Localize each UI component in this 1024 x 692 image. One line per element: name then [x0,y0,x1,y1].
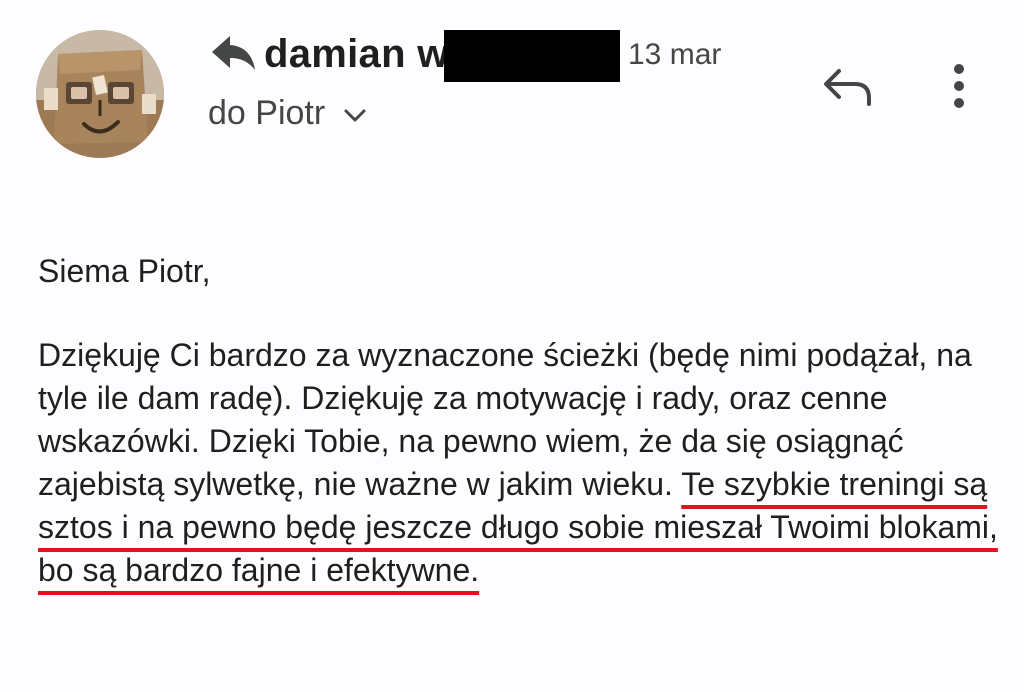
sender-row: damian w [208,24,449,84]
message-greeting: Siema Piotr, [38,253,211,289]
reply-icon [824,69,871,106]
chevron-down-icon[interactable] [341,101,369,129]
redaction-bar [444,30,620,82]
message-paragraph: Dziękuję Ci bardzo za wyznaczone ścieżki… [38,334,998,592]
message-date: 13 mar [628,38,722,71]
recipient-label: do Piotr [208,94,326,132]
reply-button[interactable] [816,58,880,114]
sender-avatar[interactable] [36,30,164,158]
email-view: damian w 13 mar do Piotr Siema Piotr, Dz… [0,0,1024,692]
more-options-button[interactable] [934,56,984,116]
avatar-image [36,30,164,158]
message-body: Siema Piotr, Dziękuję Ci bardzo za wyzna… [38,250,998,592]
more-vert-icon [954,64,964,108]
reply-arrow-icon [212,36,255,70]
recipient-row[interactable]: do Piotr [208,96,369,130]
sender-name: damian w [264,32,449,76]
